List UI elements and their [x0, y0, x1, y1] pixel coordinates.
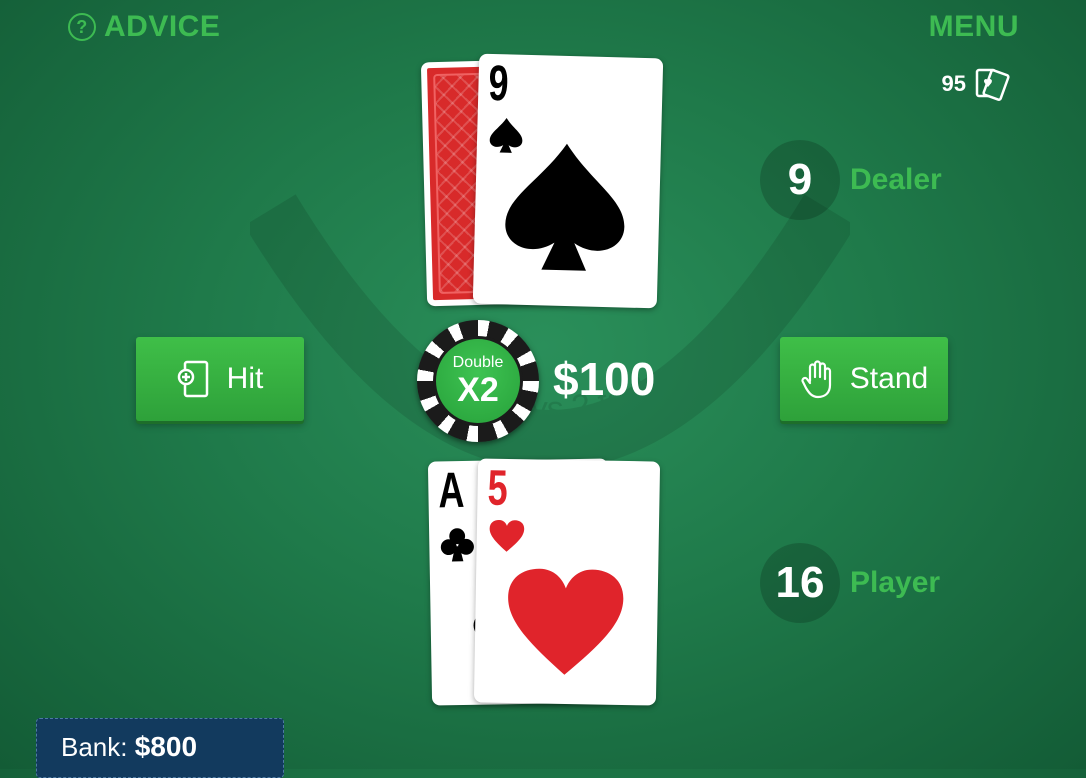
player-total-value: 16: [760, 543, 840, 623]
dealer-total-value: 9: [760, 140, 840, 220]
club-small-icon: [440, 528, 474, 562]
bank-amount: $800: [134, 731, 198, 762]
bank-panel: Bank: $800: [36, 718, 284, 778]
deck-count: 95 ♥: [942, 66, 1010, 102]
hit-button[interactable]: Hit: [136, 337, 304, 421]
hit-label: Hit: [226, 362, 264, 395]
question-icon: ?: [68, 13, 96, 41]
advice-button[interactable]: ? ADVICE: [68, 10, 220, 44]
dealer-label: Dealer: [850, 163, 942, 196]
menu-button[interactable]: MENU: [929, 10, 1019, 44]
player-card-5-hearts: 5: [473, 458, 661, 706]
spade-large-icon: [505, 143, 625, 271]
bet-amount: $100: [553, 353, 656, 405]
stand-label: Stand: [849, 362, 929, 395]
bank-label: Bank:: [61, 732, 128, 762]
heart-large-icon: [508, 568, 624, 675]
dealer-total: 9 Dealer: [760, 140, 942, 220]
double-label: Double: [452, 354, 504, 371]
svg-text:♥: ♥: [983, 77, 993, 90]
advice-label: ADVICE: [104, 10, 221, 43]
double-chip-face: Double X2: [433, 336, 523, 426]
deck-count-value: 95: [941, 71, 966, 96]
heart-small-icon: [489, 519, 525, 552]
card-rank: A: [437, 461, 465, 519]
double-multiplier: X2: [457, 371, 499, 409]
player-label: Player: [850, 566, 941, 599]
player-total: 16 Player: [760, 543, 940, 623]
stand-button[interactable]: Stand: [780, 337, 948, 421]
double-chip-button[interactable]: Double X2: [417, 320, 539, 442]
card-rank: 9: [487, 54, 510, 112]
card-rank: 5: [487, 459, 509, 516]
hand-stop-icon: [801, 360, 831, 399]
cards-icon: ♥: [975, 68, 1010, 101]
dealer-card-9-spades: 9: [472, 53, 664, 309]
hit-card-plus-icon: [177, 360, 208, 398]
